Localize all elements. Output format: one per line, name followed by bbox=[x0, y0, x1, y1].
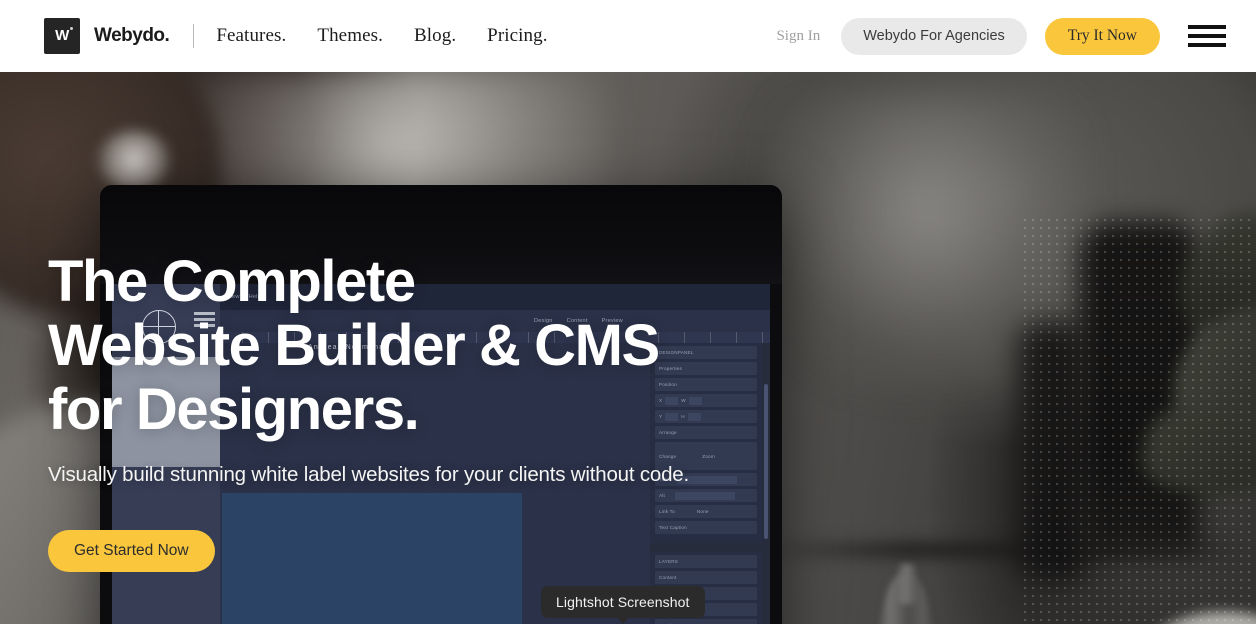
site-header: W Webydo. Features. Themes. Blog. Pricin… bbox=[0, 0, 1256, 72]
lightshot-screenshot-tooltip: Lightshot Screenshot bbox=[541, 586, 705, 624]
main-nav: Features. Themes. Blog. Pricing. bbox=[216, 25, 578, 47]
get-started-now-button[interactable]: Get Started Now bbox=[48, 530, 215, 572]
logo-letter: W bbox=[55, 27, 69, 44]
hero-headline-line-3: for Designers. bbox=[48, 377, 420, 442]
webydo-for-agencies-button[interactable]: Webydo For Agencies bbox=[841, 17, 1027, 55]
burger-bar bbox=[1188, 34, 1226, 38]
header-left-group: W Webydo. Features. Themes. Blog. Pricin… bbox=[0, 18, 579, 54]
hamburger-menu-icon[interactable] bbox=[1188, 25, 1226, 47]
burger-bar bbox=[1188, 43, 1226, 47]
header-right-group: Sign In Webydo For Agencies Try It Now bbox=[776, 17, 1256, 55]
try-it-now-button[interactable]: Try It Now bbox=[1044, 17, 1160, 55]
nav-item-blog[interactable]: Blog. bbox=[414, 25, 456, 47]
hero-headline-line-2: Website Builder & CMS bbox=[48, 313, 660, 378]
registered-dot-icon bbox=[70, 27, 73, 30]
hero-headline: The Complete Website Builder & CMS for D… bbox=[48, 250, 808, 442]
hero-headline-line-1: The Complete bbox=[48, 249, 416, 314]
burger-bar bbox=[1188, 25, 1226, 29]
hero-content: The Complete Website Builder & CMS for D… bbox=[0, 72, 1256, 624]
hero-section: Webydo Settings Pages Edit View Help Des… bbox=[0, 72, 1256, 624]
sign-in-link[interactable]: Sign In bbox=[776, 28, 820, 45]
nav-item-features[interactable]: Features. bbox=[216, 25, 286, 47]
webydo-logo-mark[interactable]: W bbox=[44, 18, 80, 54]
hero-subheadline: Visually build stunning white label webs… bbox=[48, 463, 689, 486]
nav-item-pricing[interactable]: Pricing. bbox=[487, 25, 547, 47]
webydo-wordmark[interactable]: Webydo. bbox=[94, 25, 170, 47]
header-divider bbox=[193, 24, 195, 48]
nav-item-themes[interactable]: Themes. bbox=[317, 25, 383, 47]
